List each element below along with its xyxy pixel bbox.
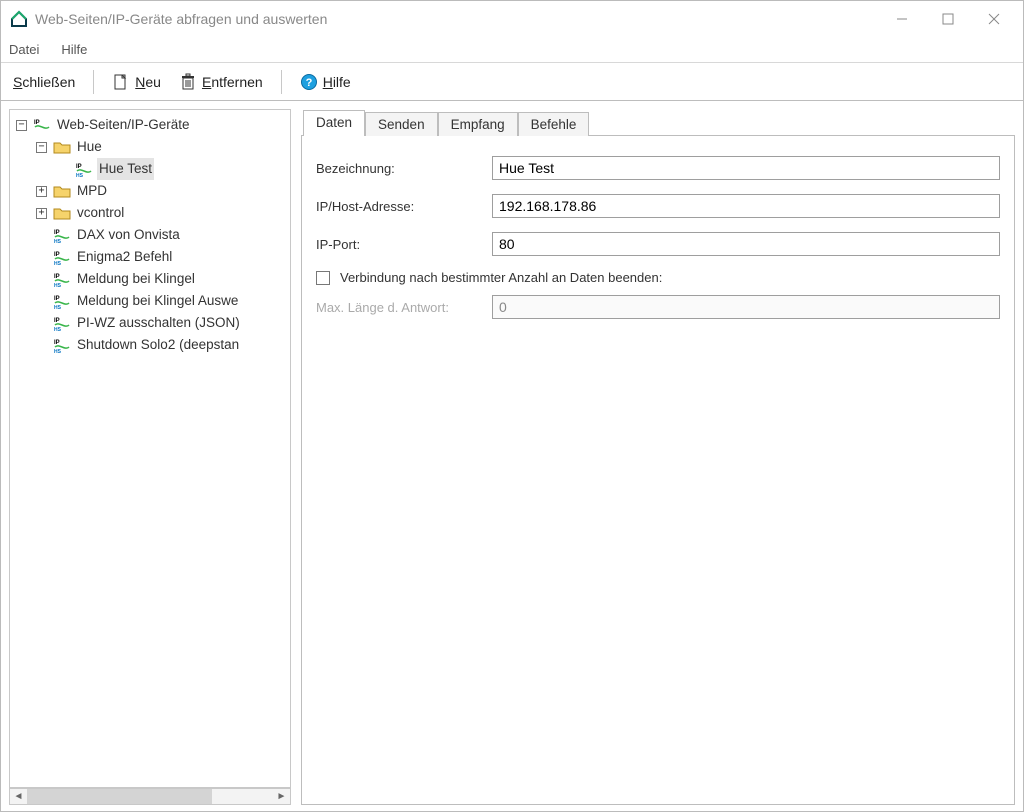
- tab-content-daten: Bezeichnung: IP/Host-Adresse: IP-Port: V…: [301, 135, 1015, 805]
- svg-text:IP: IP: [54, 274, 60, 280]
- tab-empfang[interactable]: Empfang: [438, 112, 518, 136]
- tab-strip: Daten Senden Empfang Befehle: [301, 109, 1015, 135]
- tree-item-label: vcontrol: [75, 202, 126, 224]
- tab-befehle[interactable]: Befehle: [518, 112, 590, 136]
- minimize-button[interactable]: [879, 4, 925, 34]
- tree-item-label: Meldung bei Klingel: [75, 268, 197, 290]
- scroll-left-icon[interactable]: ◄: [10, 789, 27, 804]
- window-title: Web-Seiten/IP-Geräte abfragen und auswer…: [35, 11, 327, 27]
- ip-icon: IP HS: [53, 249, 71, 265]
- expand-icon[interactable]: +: [36, 208, 47, 219]
- app-icon: [9, 9, 29, 29]
- tree-item-label: Shutdown Solo2 (deepstan: [75, 334, 241, 356]
- svg-text:HS: HS: [54, 261, 62, 265]
- menubar: Datei Hilfe: [1, 37, 1023, 63]
- tree-view[interactable]: − IP Web-Seiten/IP-Geräte − Hue: [9, 109, 291, 788]
- svg-text:HS: HS: [54, 239, 62, 243]
- new-tool[interactable]: Neu: [108, 71, 165, 93]
- tree-item-label: DAX von Onvista: [75, 224, 182, 246]
- scroll-track[interactable]: [27, 789, 273, 804]
- tree-item[interactable]: IP HS PI-WZ ausschalten (JSON): [14, 312, 290, 334]
- tree-item-label: Hue: [75, 136, 104, 158]
- help-tool[interactable]: ? Hilfe: [296, 71, 355, 93]
- ip-icon: IP HS: [53, 227, 71, 243]
- maxlen-label: Max. Länge d. Antwort:: [316, 300, 492, 315]
- root-icon: IP: [33, 117, 51, 133]
- expand-icon[interactable]: +: [36, 186, 47, 197]
- scroll-thumb[interactable]: [27, 789, 212, 804]
- svg-text:IP: IP: [54, 252, 60, 258]
- folder-icon: [53, 205, 71, 221]
- tree-item[interactable]: IP HS DAX von Onvista: [14, 224, 290, 246]
- svg-text:IP: IP: [54, 318, 60, 324]
- maximize-button[interactable]: [925, 4, 971, 34]
- scroll-right-icon[interactable]: ►: [273, 789, 290, 804]
- limit-checkbox[interactable]: [316, 271, 330, 285]
- svg-text:HS: HS: [54, 283, 62, 287]
- svg-text:IP: IP: [76, 164, 82, 170]
- tab-daten[interactable]: Daten: [303, 110, 365, 136]
- svg-text:HS: HS: [54, 327, 62, 331]
- tree-item-label: MPD: [75, 180, 109, 202]
- tree-item[interactable]: IP HS Meldung bei Klingel Auswe: [14, 290, 290, 312]
- svg-text:HS: HS: [54, 305, 62, 309]
- tree-item-hue-test[interactable]: IP HS Hue Test: [14, 158, 290, 180]
- tree-item-label: Meldung bei Klingel Auswe: [75, 290, 240, 312]
- svg-text:?: ?: [305, 77, 312, 89]
- close-button[interactable]: [971, 4, 1017, 34]
- ip-input[interactable]: [492, 194, 1000, 218]
- tree-item[interactable]: IP HS Meldung bei Klingel: [14, 268, 290, 290]
- close-tool[interactable]: Schließen: [9, 72, 79, 92]
- maxlen-input: [492, 295, 1000, 319]
- remove-label: Entfernen: [202, 74, 263, 90]
- tree-item-vcontrol[interactable]: + vcontrol: [14, 202, 290, 224]
- menu-file[interactable]: Datei: [9, 42, 39, 57]
- tab-senden[interactable]: Senden: [365, 112, 438, 136]
- tree-item-label: Hue Test: [97, 158, 154, 180]
- menu-help[interactable]: Hilfe: [61, 42, 87, 57]
- port-label: IP-Port:: [316, 237, 492, 252]
- tree-item[interactable]: IP HS Shutdown Solo2 (deepstan: [14, 334, 290, 356]
- close-label: Schließen: [13, 74, 75, 90]
- bezeichnung-input[interactable]: [492, 156, 1000, 180]
- ip-label: IP/Host-Adresse:: [316, 199, 492, 214]
- port-input[interactable]: [492, 232, 1000, 256]
- limit-checkbox-label: Verbindung nach bestimmter Anzahl an Dat…: [340, 270, 662, 285]
- tree-item-hue[interactable]: − Hue: [14, 136, 290, 158]
- tree-root[interactable]: − IP Web-Seiten/IP-Geräte: [14, 114, 290, 136]
- svg-text:IP: IP: [54, 296, 60, 302]
- ip-icon: IP HS: [75, 161, 93, 177]
- remove-tool[interactable]: Entfernen: [175, 71, 267, 93]
- help-icon: ?: [300, 73, 318, 91]
- horizontal-scrollbar[interactable]: ◄ ►: [9, 788, 291, 805]
- new-label: Neu: [135, 74, 161, 90]
- ip-icon: IP HS: [53, 271, 71, 287]
- trash-icon: [179, 73, 197, 91]
- tree-item-mpd[interactable]: + MPD: [14, 180, 290, 202]
- collapse-icon[interactable]: −: [36, 142, 47, 153]
- svg-text:HS: HS: [54, 349, 62, 353]
- toolbar-separator: [93, 70, 94, 94]
- toolbar-separator: [281, 70, 282, 94]
- toolbar: Schließen Neu Entfernen ? Hilfe: [1, 63, 1023, 101]
- ip-icon: IP HS: [53, 337, 71, 353]
- svg-text:HS: HS: [76, 173, 84, 177]
- titlebar: Web-Seiten/IP-Geräte abfragen und auswer…: [1, 1, 1023, 37]
- tree-item-label: Enigma2 Befehl: [75, 246, 174, 268]
- tree-item-label: PI-WZ ausschalten (JSON): [75, 312, 242, 334]
- svg-text:IP: IP: [34, 120, 40, 126]
- help-label: Hilfe: [323, 74, 351, 90]
- folder-icon: [53, 183, 71, 199]
- ip-icon: IP HS: [53, 315, 71, 331]
- new-file-icon: [112, 73, 130, 91]
- tree-root-label: Web-Seiten/IP-Geräte: [55, 114, 192, 136]
- svg-text:IP: IP: [54, 230, 60, 236]
- svg-text:IP: IP: [54, 340, 60, 346]
- ip-icon: IP HS: [53, 293, 71, 309]
- folder-icon: [53, 139, 71, 155]
- bezeichnung-label: Bezeichnung:: [316, 161, 492, 176]
- collapse-icon[interactable]: −: [16, 120, 27, 131]
- tree-item[interactable]: IP HS Enigma2 Befehl: [14, 246, 290, 268]
